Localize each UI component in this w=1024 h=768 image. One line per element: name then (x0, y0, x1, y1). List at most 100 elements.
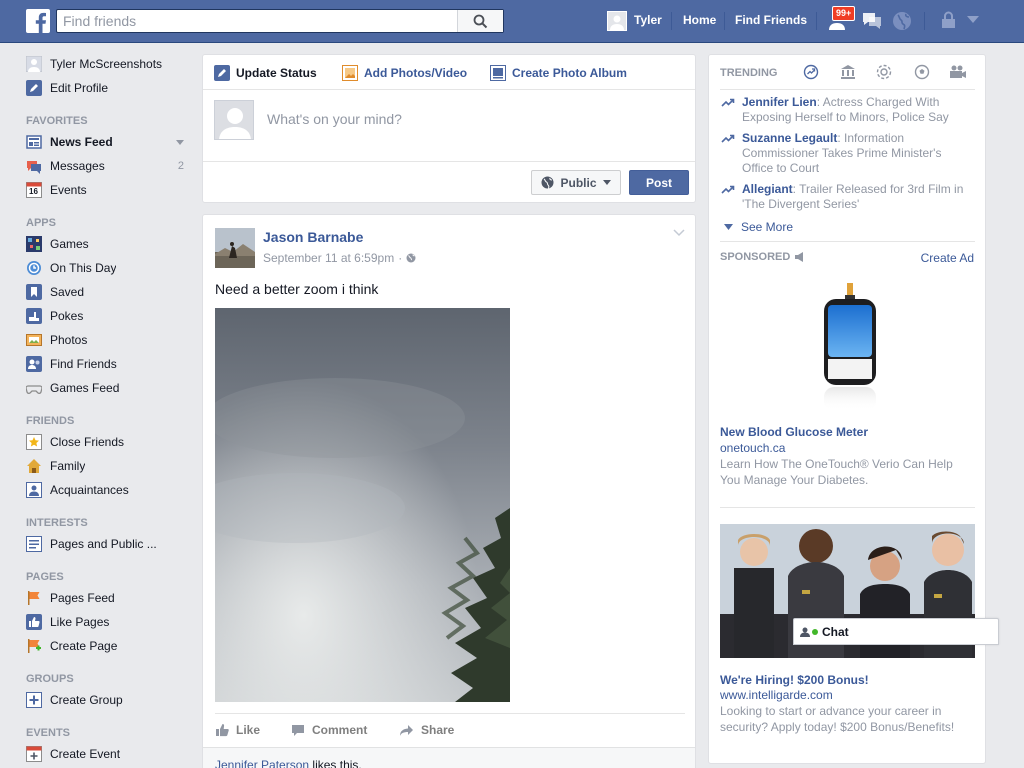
notification-count-badge: 99+ (832, 6, 856, 21)
sidebar-item-on-this-day[interactable]: On This Day (26, 256, 196, 280)
privacy-shortcuts-icon[interactable] (939, 11, 959, 31)
divider (720, 89, 975, 90)
facebook-logo-icon[interactable] (26, 9, 50, 33)
sidebar-item-acquaintances[interactable]: Acquaintances (26, 478, 196, 502)
create-ad-link[interactable]: Create Ad (921, 251, 974, 265)
search-box (56, 9, 504, 33)
find-friends-link[interactable]: Find Friends (735, 13, 807, 27)
post-button[interactable]: Post (629, 170, 689, 195)
search-button[interactable] (457, 10, 503, 32)
sponsored-heading: SPONSORED (720, 251, 806, 263)
sidebar-item-label: Pages and Public ... (50, 537, 157, 551)
sidebar-item-label: Find Friends (50, 357, 117, 371)
user-avatar[interactable] (607, 11, 627, 31)
sidebar-item-label: Like Pages (50, 615, 110, 629)
comment-button[interactable]: Comment (291, 723, 367, 737)
sports-ball-icon[interactable] (914, 64, 930, 80)
sidebar-item-label: Photos (50, 333, 88, 347)
search-input[interactable] (57, 10, 457, 32)
poke-icon (26, 308, 42, 324)
sidebar-item-photos[interactable]: Photos (26, 328, 196, 352)
globe-icon (541, 176, 554, 189)
sidebar-item-games[interactable]: Games (26, 232, 196, 256)
see-more-link[interactable]: See More (724, 220, 793, 234)
account-settings-chevron-icon[interactable] (967, 16, 979, 24)
author-name-link[interactable]: Jason Barnabe (263, 229, 363, 245)
news-feed-icon (26, 134, 42, 150)
sidebar-item-news-feed[interactable]: News Feed (26, 130, 196, 154)
sidebar-item-create-event[interactable]: Create Event (26, 742, 196, 766)
trending-topic-name[interactable]: Allegiant (742, 182, 793, 196)
ad-url-link[interactable]: www.intelligarde.com (720, 688, 833, 702)
trending-item[interactable]: Jennifer Lien: Actress Charged With Expo… (721, 95, 971, 125)
tab-add-photos-video[interactable]: Add Photos/Video (342, 65, 467, 81)
sidebar-item-close-friends[interactable]: Close Friends (26, 430, 196, 454)
ad-body-text: Looking to start or advance your career … (720, 704, 955, 734)
tab-update-status[interactable]: Update Status (214, 65, 317, 81)
trending-item[interactable]: Allegiant: Trailer Released for 3rd Film… (721, 182, 971, 212)
like-label: Like (236, 723, 261, 737)
ad-title-link[interactable]: We're Hiring! $200 Bonus! (720, 673, 869, 687)
sidebar-item-messages[interactable]: Messages 2 (26, 154, 196, 178)
likes-text: Jennifer Paterson likes this. (215, 758, 362, 768)
ad-url-link[interactable]: onetouch.ca (720, 441, 785, 455)
ad-title-link[interactable]: New Blood Glucose Meter (720, 425, 868, 439)
home-link[interactable]: Home (683, 13, 716, 27)
messages-icon[interactable] (861, 11, 883, 31)
section-heading-friends: FRIENDS (26, 415, 75, 427)
sidebar-item-saved[interactable]: Saved (26, 280, 196, 304)
ad-image-glucose-meter[interactable] (812, 283, 888, 413)
chevron-down-icon[interactable] (176, 139, 184, 145)
sidebar-item-events[interactable]: 16 Events (26, 178, 196, 202)
author-avatar[interactable] (215, 228, 255, 268)
chat-tab[interactable]: Chat (793, 618, 999, 645)
album-icon (490, 65, 506, 81)
sidebar-item-pokes[interactable]: Pokes (26, 304, 196, 328)
sidebar-item-create-page[interactable]: Create Page (26, 634, 196, 658)
sidebar-item-label: Events (50, 183, 87, 197)
profile-link[interactable]: Tyler (634, 13, 662, 27)
search-icon (473, 14, 488, 28)
trending-topic-name[interactable]: Jennifer Lien (742, 95, 817, 109)
sidebar-item-create-group[interactable]: Create Group (26, 688, 196, 712)
sidebar-item-games-feed[interactable]: Games Feed (26, 376, 196, 400)
post-photo[interactable] (215, 308, 510, 702)
on-this-day-icon (26, 260, 42, 276)
profile-link[interactable]: Tyler McScreenshots (26, 52, 196, 76)
sidebar-item-label: Create Event (50, 747, 121, 761)
sidebar-item-find-friends[interactable]: Find Friends (26, 352, 196, 376)
left-navigation: Tyler McScreenshots Edit Profile FAVORIT… (26, 54, 196, 766)
entertainment-camera-icon[interactable] (949, 64, 967, 80)
share-button[interactable]: Share (399, 723, 454, 737)
science-icon[interactable] (876, 64, 892, 80)
like-button[interactable]: Like (215, 723, 260, 737)
story-options-chevron-icon[interactable] (673, 229, 685, 237)
trending-top-icon[interactable] (803, 64, 819, 80)
nav-divider (671, 12, 672, 30)
sidebar-item-family[interactable]: Family (26, 454, 196, 478)
public-globe-icon[interactable] (406, 253, 416, 263)
section-heading-groups: GROUPS (26, 673, 74, 685)
tab-create-photo-album[interactable]: Create Photo Album (490, 65, 627, 81)
divider (203, 89, 695, 90)
trending-topic-name[interactable]: Suzanne Legault (742, 131, 837, 145)
sidebar-item-label: Acquaintances (50, 483, 129, 497)
sidebar-item-pages-and-public[interactable]: Pages and Public ... (26, 532, 196, 556)
sidebar-item-like-pages[interactable]: Like Pages (26, 610, 196, 634)
trending-item[interactable]: Suzanne Legault: Information Commissione… (721, 131, 971, 176)
globe-notifications-icon[interactable] (892, 11, 912, 31)
sidebar-item-label: Games (50, 237, 89, 251)
timestamp-link[interactable]: September 11 at 6:59pm (263, 251, 394, 265)
comment-icon (292, 724, 304, 736)
edit-profile-link[interactable]: Edit Profile (26, 76, 196, 100)
calendar-icon: 16 (26, 182, 42, 198)
trending-arrow-icon (721, 98, 735, 107)
status-input[interactable]: What's on your mind? (267, 111, 402, 127)
ad-body-text: Learn How The OneTouch® Verio Can Help Y… (720, 457, 953, 487)
privacy-selector-button[interactable]: Public (531, 170, 621, 195)
gamepad-icon (26, 380, 42, 396)
composer-avatar (214, 100, 254, 140)
liker-name-link[interactable]: Jennifer Paterson (215, 758, 309, 768)
sidebar-item-pages-feed[interactable]: Pages Feed (26, 586, 196, 610)
politics-icon[interactable] (840, 64, 856, 80)
